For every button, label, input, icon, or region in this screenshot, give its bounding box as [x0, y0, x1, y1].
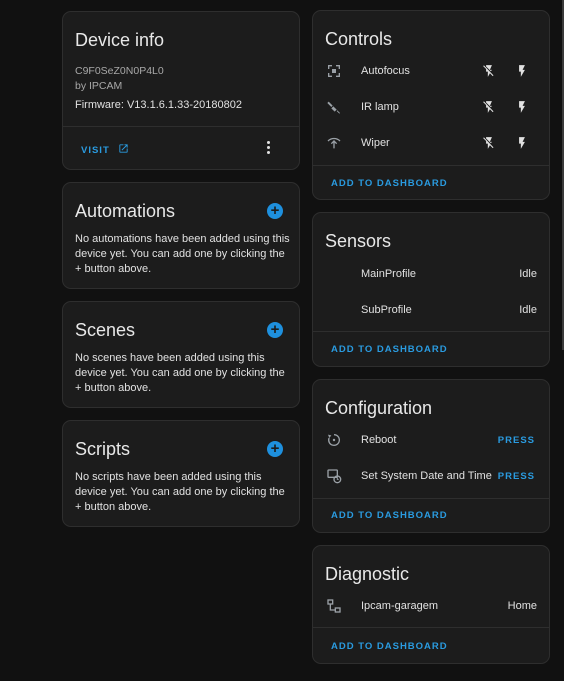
controls-title: Controls: [325, 29, 393, 49]
device-manufacturer: by IPCAM: [75, 80, 123, 92]
device-info-title: Device info: [75, 30, 165, 50]
controls-card: Controls Autofocus IR lamp Wiper ADD TO …: [312, 10, 550, 200]
scenes-card: Scenes + No scenes have been added using…: [62, 301, 300, 408]
flash-icon[interactable]: [515, 100, 529, 114]
scripts-card: Scripts + No scripts have been added usi…: [62, 420, 300, 527]
config-label: Reboot: [361, 434, 397, 446]
device-info-card: Device info C9F0SeZ0N0P4L0 by IPCAM Firm…: [62, 11, 300, 170]
lamp-icon: [327, 101, 340, 114]
add-script-button[interactable]: +: [267, 441, 283, 457]
scenes-title: Scenes: [75, 320, 136, 340]
automations-card: Automations + No automations have been a…: [62, 182, 300, 289]
flash-off-icon[interactable]: [482, 100, 496, 114]
scenes-empty-text: No scenes have been added using this dev…: [75, 352, 285, 394]
restart-icon: [328, 434, 340, 446]
diagnostic-add-to-dashboard-button[interactable]: ADD TO DASHBOARD: [331, 641, 448, 652]
divider: [313, 165, 549, 166]
network-icon: [327, 599, 341, 613]
wiper-icon: [327, 137, 341, 149]
reboot-press-button[interactable]: PRESS: [498, 435, 535, 446]
add-scene-button[interactable]: +: [267, 322, 283, 338]
visit-button[interactable]: VISIT: [81, 143, 129, 156]
flash-icon[interactable]: [515, 136, 529, 150]
flash-off-icon[interactable]: [482, 136, 496, 150]
scripts-empty-text: No scripts have been added using this de…: [75, 471, 285, 513]
clock-sync-icon: [327, 469, 342, 484]
divider: [313, 498, 549, 499]
diagnostic-card: Diagnostic Ipcam-garagem Home ADD TO DAS…: [312, 545, 550, 664]
configuration-title: Configuration: [325, 398, 433, 418]
divider: [313, 627, 549, 628]
add-automation-button[interactable]: +: [267, 203, 283, 219]
flash-off-icon[interactable]: [482, 64, 496, 78]
scripts-title: Scripts: [75, 439, 131, 459]
automations-empty-text: No automations have been added using thi…: [75, 233, 290, 275]
sensors-title: Sensors: [325, 231, 392, 251]
sensors-card: Sensors MainProfile Idle SubProfile Idle…: [312, 212, 550, 367]
control-label: IR lamp: [361, 101, 399, 113]
config-label: Set System Date and Time: [361, 470, 492, 482]
divider: [63, 126, 299, 127]
control-label: Wiper: [361, 137, 390, 149]
configuration-card: Configuration Reboot PRESS Set System Da…: [312, 379, 550, 533]
diagnostic-label: Ipcam-garagem: [361, 600, 439, 612]
diagnostic-value: Home: [507, 600, 537, 612]
device-model: C9F0SeZ0N0P4L0: [75, 65, 164, 77]
control-label: Autofocus: [361, 65, 410, 77]
sensor-label: MainProfile: [361, 268, 417, 280]
set-date-time-press-button[interactable]: PRESS: [498, 471, 535, 482]
automations-title: Automations: [75, 201, 176, 221]
sensor-value: Idle: [519, 304, 537, 316]
sensor-label: SubProfile: [361, 304, 412, 316]
configuration-add-to-dashboard-button[interactable]: ADD TO DASHBOARD: [331, 510, 448, 521]
sensor-value: Idle: [519, 268, 537, 280]
divider: [313, 331, 549, 332]
open-in-new-icon: [119, 144, 129, 153]
sensors-add-to-dashboard-button[interactable]: ADD TO DASHBOARD: [331, 344, 448, 355]
device-firmware: Firmware: V13.1.6.1.33-20180802: [75, 99, 242, 111]
flash-icon[interactable]: [515, 64, 529, 78]
focus-icon: [328, 65, 340, 77]
controls-add-to-dashboard-button[interactable]: ADD TO DASHBOARD: [331, 178, 448, 189]
visit-label: VISIT: [81, 145, 110, 156]
diagnostic-title: Diagnostic: [325, 564, 410, 584]
more-options-icon[interactable]: [267, 139, 271, 156]
